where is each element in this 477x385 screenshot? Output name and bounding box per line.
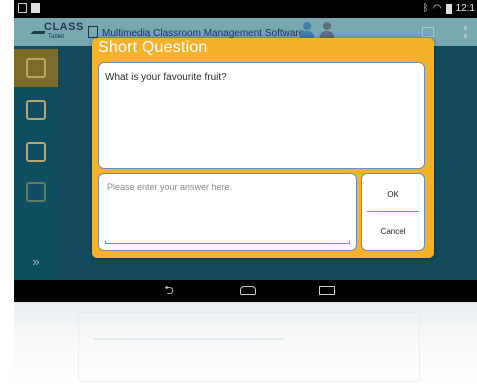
dialog-title: Short Question [98,39,208,56]
sidebar-item-chat[interactable] [14,91,58,129]
logo-text: CLASS [44,21,84,33]
sidebar-item-document-download[interactable] [14,133,58,171]
sidebar-expand-button[interactable]: » [14,242,58,280]
sidebar-item-home[interactable] [14,49,58,87]
answer-input[interactable] [107,182,350,238]
document-icon [88,26,98,38]
ok-button[interactable]: OK [362,176,424,212]
header-action-icon[interactable] [422,27,434,37]
home-icon [26,58,46,78]
status-bar: ᛒ ◠ 12:1 [14,0,477,18]
button-divider [367,211,419,212]
reflection-line [94,338,284,340]
notification-icon [31,3,40,13]
sidebar-item-document[interactable] [14,173,58,211]
status-time: 12:1 [455,3,475,14]
dialog-button-panel: OK Cancel [361,173,425,251]
short-question-dialog: Short Question What is your favourite fr… [92,38,434,258]
status-left [18,3,40,13]
sidebar: » [14,46,58,280]
screenshot-icon [18,3,27,13]
wifi-icon: ◠ [432,3,442,14]
answer-panel [98,173,357,251]
cancel-button[interactable]: Cancel [362,213,424,249]
status-right: ᛒ ◠ 12:1 [423,3,475,14]
recent-apps-icon[interactable] [319,286,335,295]
chat-icon [26,100,46,120]
home-nav-icon[interactable] [240,286,256,295]
bluetooth-icon: ᛒ [422,3,429,14]
reflection-ghost [78,312,420,382]
expand-chevron-icon: » [32,253,40,269]
question-panel: What is your favourite fruit? [98,62,425,169]
document-icon [26,182,46,202]
back-icon[interactable]: ⮌ [161,284,177,296]
document-download-icon [26,142,46,162]
device-reflection [14,302,477,385]
app-logo: CLASS Tablet [26,21,92,43]
battery-icon [445,3,452,14]
overflow-menu-icon[interactable] [464,26,467,38]
answer-underline [105,241,350,244]
tablet-screen: ᛒ ◠ 12:1 CLASS Tablet Multimedia Classro… [14,0,477,302]
question-text: What is your favourite fruit? [105,72,227,83]
android-nav-bar: ⮌ [14,280,477,302]
logo-subtext: Tablet [48,34,65,40]
